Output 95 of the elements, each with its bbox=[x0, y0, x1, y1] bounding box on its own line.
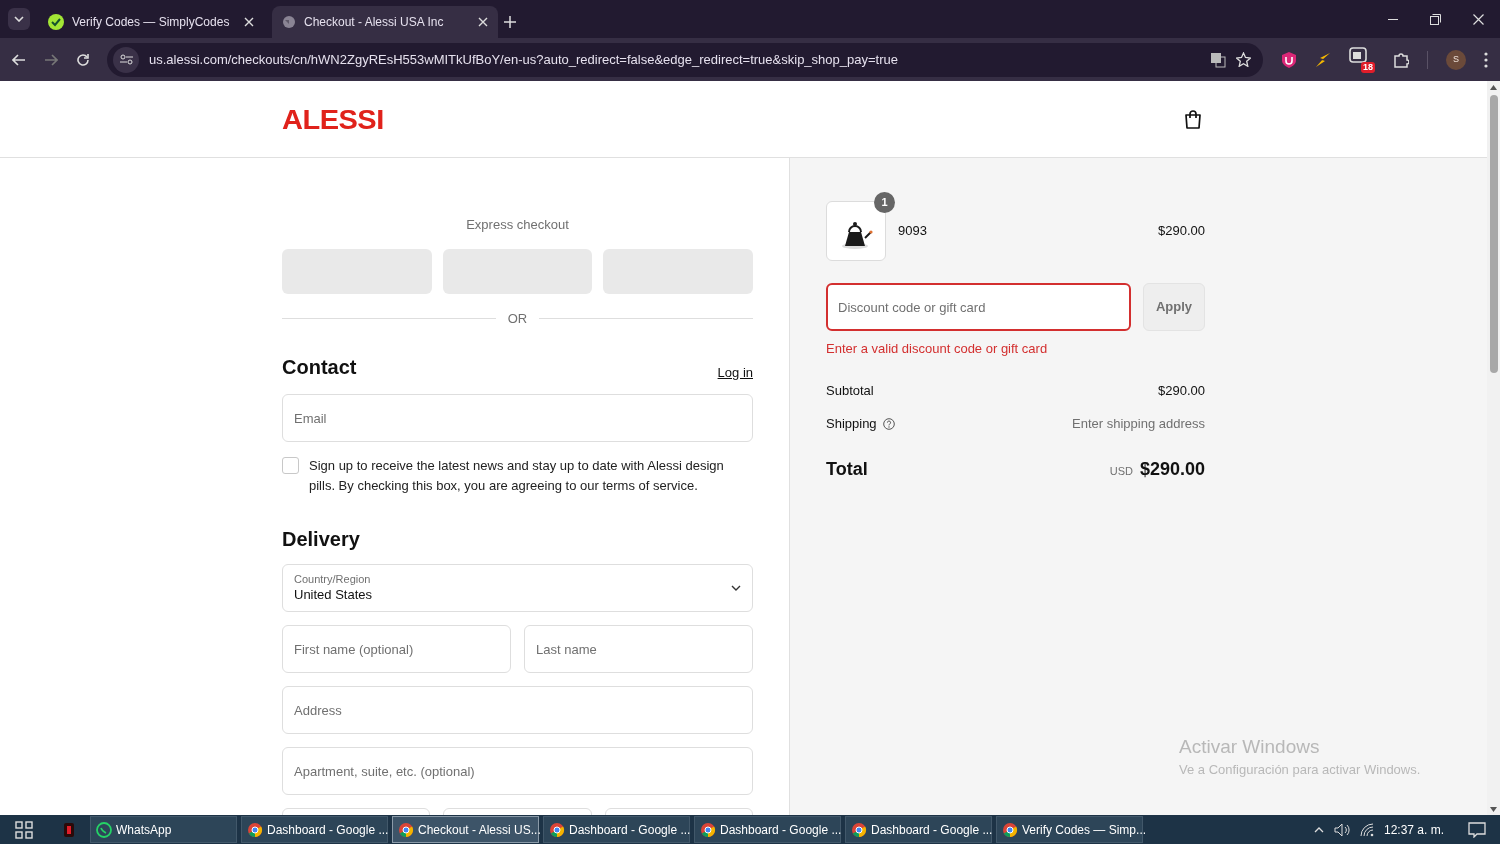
login-link[interactable]: Log in bbox=[717, 362, 753, 382]
input-field[interactable]: First name (optional) bbox=[282, 625, 511, 673]
more-menu-icon[interactable] bbox=[1484, 51, 1488, 68]
chevron-down-icon bbox=[731, 585, 741, 591]
restore-icon[interactable] bbox=[1430, 13, 1441, 25]
section-heading: Contact bbox=[282, 355, 357, 380]
globe-icon bbox=[282, 15, 296, 29]
sliders-icon bbox=[119, 54, 133, 65]
error-message: Enter a valid discount code or gift card bbox=[826, 340, 1049, 358]
browser-tab[interactable]: Checkout - Alessi USA Inc bbox=[272, 6, 498, 38]
browser-tab[interactable]: Verify Codes — SimplyCodes bbox=[38, 6, 264, 38]
browser-icon bbox=[1002, 821, 1018, 838]
total-value: $290.00 bbox=[1139, 457, 1205, 481]
wifi-icon[interactable] bbox=[1359, 822, 1374, 837]
activation-message: Ve a Configuración para activar Windows. bbox=[1179, 761, 1421, 779]
plus-icon[interactable] bbox=[504, 16, 516, 28]
taskbar-button[interactable]: Verify Codes — Simp... bbox=[996, 816, 1143, 843]
minimize-icon[interactable] bbox=[1387, 18, 1398, 20]
product-price: $290.00 bbox=[1158, 222, 1205, 241]
star-icon[interactable] bbox=[1236, 52, 1251, 67]
apply-button[interactable]: Apply bbox=[1143, 283, 1205, 331]
window-icon[interactable] bbox=[1349, 46, 1367, 63]
puzzle-icon[interactable] bbox=[1393, 51, 1409, 68]
shopping-bag-icon[interactable] bbox=[1184, 109, 1202, 129]
scroll-down-icon bbox=[1490, 807, 1497, 812]
forward-arrow-icon[interactable] bbox=[44, 53, 58, 66]
chat-bubble-icon bbox=[96, 821, 112, 838]
reload-icon[interactable] bbox=[76, 53, 89, 66]
taskbar-label: Dashboard - Google ... bbox=[720, 821, 842, 839]
taskbar-button[interactable]: Checkout - Alessi US... bbox=[392, 816, 539, 843]
chevron-down-icon[interactable] bbox=[14, 16, 24, 22]
summary-value: $290.00 bbox=[1158, 381, 1205, 400]
input-field[interactable]: Address bbox=[282, 686, 753, 734]
total-label: Total bbox=[826, 457, 868, 481]
profile-avatar[interactable]: S bbox=[1446, 49, 1466, 70]
scrollbar-thumb[interactable] bbox=[1489, 95, 1498, 373]
taskbar-button[interactable]: Dashboard - Google ... bbox=[241, 816, 388, 843]
taskbar-label: Dashboard - Google ... bbox=[871, 821, 993, 839]
app-icon[interactable] bbox=[64, 822, 74, 837]
field-value: United States bbox=[294, 586, 374, 604]
browser-icon bbox=[247, 821, 263, 838]
section-heading: Delivery bbox=[282, 527, 361, 552]
divider-label: OR bbox=[507, 309, 528, 328]
checkbox-label: Sign up to receive the latest news and stay up to date with Alessi design pills. By checking this box, you are agreeing to our terms of service. bbox=[309, 457, 725, 495]
close-icon[interactable] bbox=[478, 17, 488, 27]
input-field[interactable]: Apartment, suite, etc. (optional) bbox=[282, 747, 753, 795]
discount-field[interactable]: Discount code or gift card bbox=[826, 283, 1131, 331]
quantity-badge: 1 bbox=[874, 192, 895, 213]
summary-value: Enter shipping address bbox=[1072, 415, 1205, 433]
close-icon[interactable] bbox=[244, 17, 254, 27]
currency-code: USD bbox=[1109, 463, 1133, 479]
chevron-up-icon[interactable] bbox=[1313, 826, 1324, 833]
product-name: 9093 bbox=[898, 222, 927, 241]
help-icon[interactable] bbox=[882, 417, 895, 430]
address-bar[interactable]: us.alessi.com/checkouts/cn/hWN2ZgyREsH553wMITkUfBoY/en-us?auto_redirect=false&edge_redirect=true&skip_shop_pay=true bbox=[107, 42, 1263, 77]
tab-title: Verify Codes — SimplyCodes bbox=[72, 14, 231, 31]
notification-icon[interactable] bbox=[1468, 821, 1486, 838]
notification-badge: 18 bbox=[1361, 61, 1375, 73]
tab-title: Checkout - Alessi USA Inc bbox=[304, 14, 445, 31]
taskbar-label: WhatsApp bbox=[116, 821, 172, 839]
taskbar-button[interactable]: Dashboard - Google ... bbox=[694, 816, 841, 843]
shield-icon[interactable] bbox=[1281, 51, 1297, 68]
taskbar-button[interactable]: WhatsApp bbox=[90, 816, 237, 843]
taskbar-label: Dashboard - Google ... bbox=[569, 821, 691, 839]
taskbar-button[interactable]: Dashboard - Google ... bbox=[845, 816, 992, 843]
country-select[interactable]: Country/Region United States bbox=[282, 564, 753, 612]
logo[interactable]: ALESSI bbox=[282, 105, 384, 133]
close-icon[interactable] bbox=[1473, 13, 1484, 25]
taskbar-label: Dashboard - Google ... bbox=[267, 821, 389, 839]
taskbar-button[interactable]: Dashboard - Google ... bbox=[543, 816, 690, 843]
activation-title: Activar Windows bbox=[1179, 736, 1321, 758]
checkmark-circle-icon bbox=[48, 14, 64, 30]
browser-icon bbox=[851, 821, 867, 838]
input-field[interactable]: Last name bbox=[524, 625, 753, 673]
browser-icon bbox=[700, 821, 716, 838]
browser-icon bbox=[549, 821, 565, 838]
checkbox[interactable] bbox=[282, 457, 299, 474]
lightning-icon[interactable] bbox=[1315, 51, 1331, 68]
summary-label: Shipping bbox=[826, 415, 877, 433]
field-label: Country/Region bbox=[294, 572, 372, 586]
site-info-button[interactable] bbox=[113, 46, 139, 73]
input-field[interactable]: Email bbox=[282, 394, 753, 442]
scroll-up-icon bbox=[1490, 85, 1497, 90]
clock[interactable]: 12:37 a. m. bbox=[1383, 820, 1444, 839]
url-text: us.alessi.com/checkouts/cn/hWN2ZgyREsH553wMITkUfBoY/en-us?auto_redirect=false&edge_redirect=true&skip_shop_pay=true bbox=[149, 50, 899, 69]
tab-list-button[interactable] bbox=[8, 8, 30, 30]
scrollbar[interactable] bbox=[1487, 81, 1500, 815]
speaker-icon[interactable] bbox=[1333, 822, 1350, 837]
taskbar-label: Checkout - Alessi US... bbox=[418, 821, 541, 839]
browser-icon bbox=[398, 821, 414, 838]
section-label: Express checkout bbox=[465, 216, 570, 234]
back-arrow-icon[interactable] bbox=[12, 53, 26, 66]
translate-icon[interactable] bbox=[1210, 51, 1226, 68]
summary-label: Subtotal bbox=[826, 381, 874, 400]
task-view-icon[interactable] bbox=[15, 820, 33, 839]
